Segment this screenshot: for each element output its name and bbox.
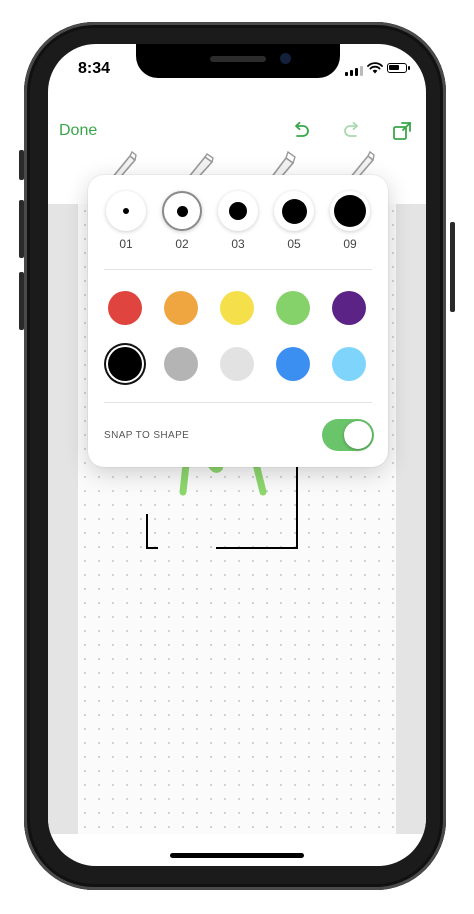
size-label: 09 [343,237,357,251]
size-circle [218,191,258,231]
size-circle [106,191,146,231]
size-option-05[interactable]: 05 [272,191,316,251]
size-dot [281,198,307,224]
size-dot [176,205,188,217]
size-dot [229,202,247,220]
color-blue-swatch[interactable] [276,347,310,381]
size-label: 03 [231,237,245,251]
volume-up-button [19,200,24,258]
size-option-02[interactable]: 02 [160,191,204,251]
size-dot [334,195,366,227]
color-gray-swatch[interactable] [164,347,198,381]
side-button [450,222,455,312]
size-circle [330,191,370,231]
toggle-knob [344,421,372,449]
size-circle [274,191,314,231]
home-indicator [170,853,304,858]
volume-down-button [19,272,24,330]
color-red-swatch[interactable] [108,291,142,325]
size-dot [123,208,129,214]
snap-to-shape-label: SNAP TO SHAPE [104,430,190,441]
stroke-size-row: 01 02 03 05 09 [104,191,372,261]
size-label: 02 [175,237,189,251]
color-black-swatch[interactable] [108,347,142,381]
size-label: 05 [287,237,301,251]
divider [104,269,372,270]
color-light-gray-swatch[interactable] [220,347,254,381]
color-orange-swatch[interactable] [164,291,198,325]
size-option-03[interactable]: 03 [216,191,260,251]
color-light-blue-swatch[interactable] [332,347,366,381]
size-option-01[interactable]: 01 [104,191,148,251]
size-label: 01 [119,237,133,251]
divider [104,402,372,403]
snap-to-shape-toggle[interactable] [322,419,374,451]
size-circle [162,191,202,231]
size-option-09[interactable]: 09 [328,191,372,251]
pen-options-popover: 01 02 03 05 09 SNAP TO SHAPE [88,175,388,467]
color-green-swatch[interactable] [276,291,310,325]
color-purple-swatch[interactable] [332,291,366,325]
color-yellow-swatch[interactable] [220,291,254,325]
silent-switch [19,150,24,180]
